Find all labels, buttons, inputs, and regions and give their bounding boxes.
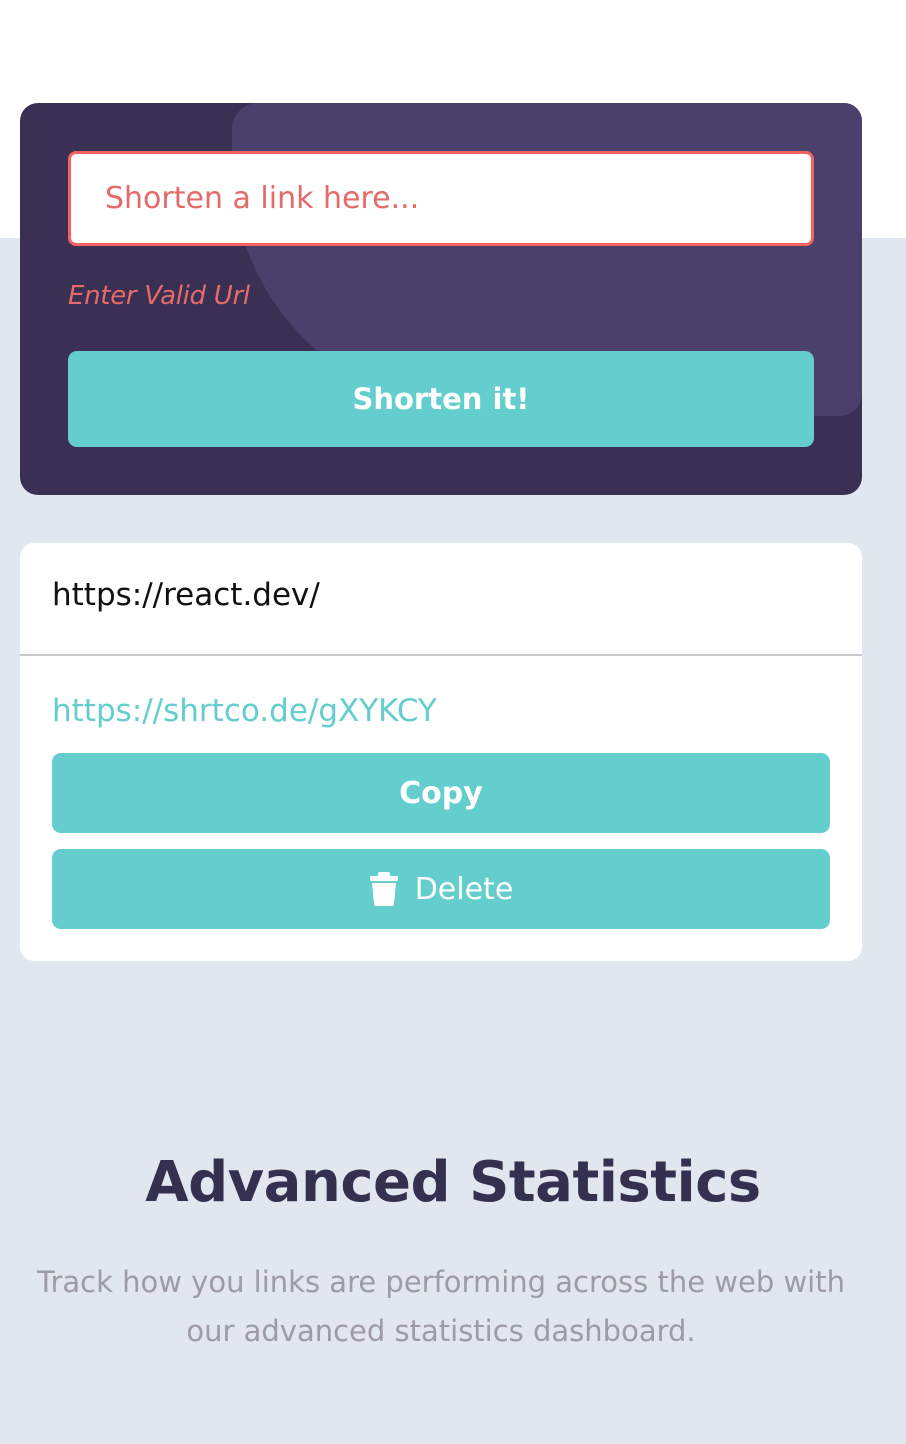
original-url: https://react.dev/	[52, 577, 320, 613]
divider	[20, 654, 862, 656]
url-input[interactable]	[68, 151, 814, 246]
trash-icon	[369, 872, 399, 906]
shortened-link-card: https://react.dev/ https://shrtco.de/gXY…	[20, 543, 862, 961]
delete-button-label: Delete	[414, 871, 514, 907]
short-url-link[interactable]: https://shrtco.de/gXYKCY	[52, 693, 437, 729]
error-message: Enter Valid Url	[68, 281, 250, 311]
section-description: Track how you links are performing acros…	[37, 1265, 845, 1348]
shorten-form-card: Enter Valid Url Shorten it!	[20, 103, 862, 495]
section-heading: Advanced Statistics	[145, 1150, 761, 1215]
copy-button-label: Copy	[399, 775, 483, 811]
delete-button[interactable]: Delete	[52, 849, 830, 929]
shorten-button[interactable]: Shorten it!	[68, 351, 814, 447]
copy-button[interactable]: Copy	[52, 753, 830, 833]
